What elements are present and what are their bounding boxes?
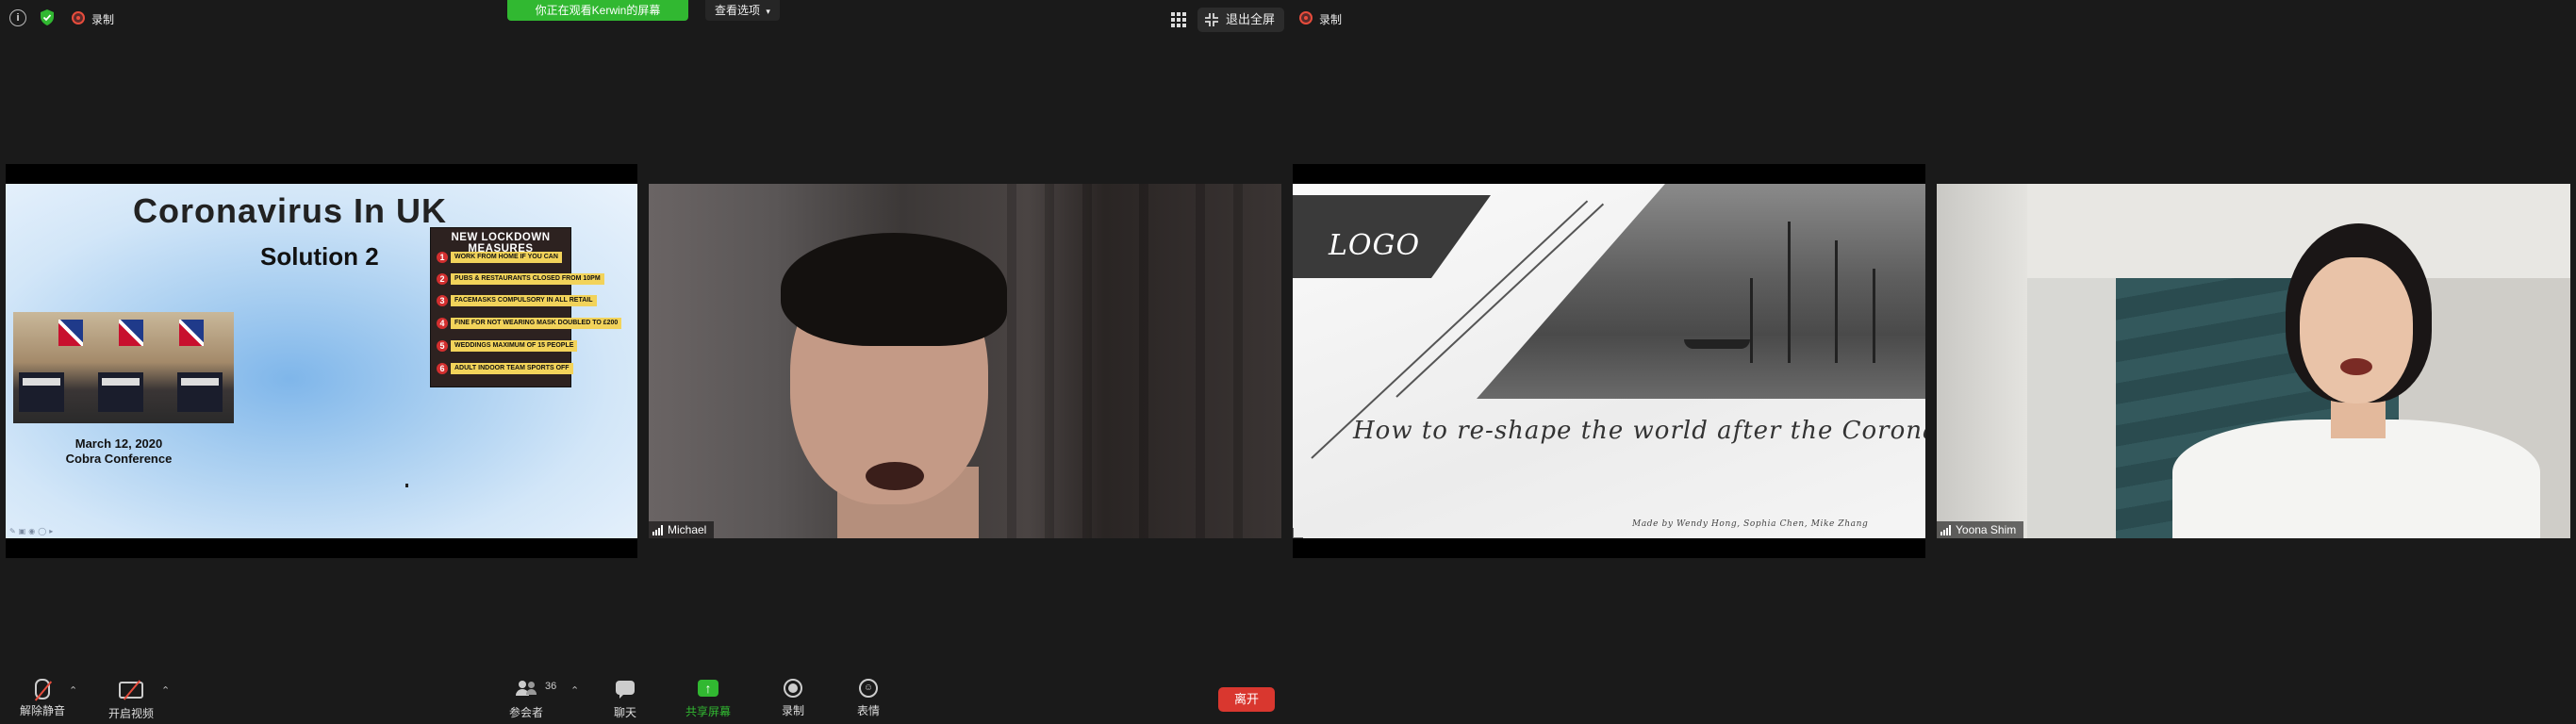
- slide-coronavirus-uk: Coronavirus In UK Solution 2 March 12, 2…: [6, 184, 637, 538]
- slide-logo: LOGO: [1329, 229, 1421, 262]
- share-screen-arrow-icon: ↑: [698, 680, 718, 697]
- start-video-label: 开启视频: [107, 707, 154, 720]
- record-button[interactable]: 录制: [760, 679, 826, 718]
- smiley-plus-icon: ☺: [859, 679, 878, 698]
- slide-title: Coronavirus In UK: [133, 191, 448, 230]
- participant-name: Michael: [668, 523, 707, 536]
- reactions-button[interactable]: ☺ 表情: [835, 679, 901, 718]
- chat-bubble-icon: [616, 681, 635, 699]
- podium: [177, 372, 223, 412]
- participants-options-chevron-icon[interactable]: ⌃: [570, 684, 579, 697]
- view-options-button[interactable]: 查看选项 ▾: [705, 0, 780, 21]
- participant-name-tag: Yoona Shim: [1937, 521, 2024, 538]
- measure-item: 6 ADULT INDOOR TEAM SPORTS OFF: [437, 362, 573, 374]
- gallery-grid-icon[interactable]: [1171, 12, 1186, 27]
- slide-date-caption: March 12, 2020 Cobra Conference: [34, 436, 204, 467]
- microphone-muted-icon: [34, 679, 53, 701]
- slide-corner-mark: [1293, 528, 1303, 538]
- recording-indicator-icon: [72, 11, 85, 25]
- slide2-title: How to re-shape the world after the Coro…: [1353, 417, 1925, 445]
- slide-event: Cobra Conference: [65, 452, 173, 466]
- podium: [98, 372, 143, 412]
- encryption-shield-icon[interactable]: [40, 9, 55, 25]
- podium: [19, 372, 64, 412]
- slide-subtitle: Solution 2: [260, 242, 379, 271]
- start-video-button[interactable]: 开启视频: [98, 679, 164, 721]
- reactions-label: 表情: [856, 704, 880, 717]
- participant-mouth: [2340, 358, 2372, 375]
- measure-item: 2 PUBS & RESTAURANTS CLOSED FROM 10PM: [437, 272, 604, 285]
- video-tile-yoona-shim[interactable]: Yoona Shim: [1937, 184, 2570, 538]
- participant-hair: [781, 233, 1007, 346]
- participant-name-tag: Michael: [649, 521, 715, 538]
- view-options-label: 查看选项: [715, 4, 761, 17]
- unmute-button[interactable]: 解除静音: [9, 679, 75, 718]
- participants-label: 参会者: [508, 706, 543, 719]
- share-screen-button[interactable]: ↑ 共享屏幕: [675, 679, 741, 719]
- exit-fullscreen-button[interactable]: 退出全屏: [1197, 8, 1285, 32]
- uk-flag-icon: [58, 320, 83, 346]
- participant-face: [2300, 257, 2413, 403]
- meeting-info-icon[interactable]: i: [9, 9, 26, 26]
- uk-flag-icon: [119, 320, 143, 346]
- measure-item: 1 WORK FROM HOME IF YOU CAN: [437, 251, 562, 263]
- slide-annotation-tools[interactable]: ✎▣◉◯▸: [9, 527, 56, 535]
- participant-count: 36: [545, 681, 557, 692]
- recording-indicator-icon-right: [1299, 11, 1313, 25]
- chat-button[interactable]: 聊天: [592, 679, 658, 720]
- recording-label-right: 录制: [1319, 13, 1343, 26]
- viewing-screen-banner: 你正在观看Kerwin的屏幕: [507, 0, 688, 21]
- slide2-credits: Made by Wendy Hong, Sophia Chen, Mike Zh…: [1632, 519, 1869, 529]
- signal-strength-icon: [1940, 524, 1951, 535]
- exit-fullscreen-label: 退出全屏: [1226, 12, 1276, 26]
- participant-mouth: [866, 462, 924, 490]
- video-camera-off-icon: [119, 680, 143, 700]
- chat-label: 聊天: [613, 706, 636, 719]
- participant-name: Yoona Shim: [1956, 523, 2017, 536]
- chevron-down-icon: ▾: [766, 7, 770, 16]
- measure-item: 4 FINE FOR NOT WEARING MASK DOUBLED TO £2…: [437, 317, 622, 329]
- share-screen-label: 共享屏幕: [685, 705, 731, 718]
- slide-reshape-world: LOGO How to re-shape the world after the…: [1293, 184, 1925, 538]
- video-options-chevron-icon[interactable]: ⌃: [161, 684, 170, 697]
- participants-icon: [516, 681, 537, 696]
- unmute-label: 解除静音: [19, 704, 65, 717]
- signal-strength-icon: [652, 524, 663, 535]
- measure-item: 3 FACEMASKS COMPULSORY IN ALL RETAIL: [437, 294, 597, 306]
- recording-label: 录制: [91, 13, 115, 26]
- video-tile-michael[interactable]: Michael: [649, 184, 1281, 538]
- mouse-cursor: [405, 484, 408, 487]
- slide-date: March 12, 2020: [74, 436, 163, 451]
- leave-meeting-button[interactable]: 离开: [1218, 687, 1275, 712]
- lockdown-measures-panel: NEW LOCKDOWN MEASURES 1 WORK FROM HOME IF…: [430, 227, 622, 387]
- record-icon: [784, 679, 802, 698]
- exit-fullscreen-icon: [1205, 13, 1218, 26]
- audio-options-chevron-icon[interactable]: ⌃: [69, 684, 77, 697]
- record-label: 录制: [781, 704, 804, 717]
- uk-flag-icon: [179, 320, 204, 346]
- press-conference-photo: [13, 312, 234, 423]
- measure-item: 5 WEDDINGS MAXIMUM OF 15 PEOPLE: [437, 339, 578, 352]
